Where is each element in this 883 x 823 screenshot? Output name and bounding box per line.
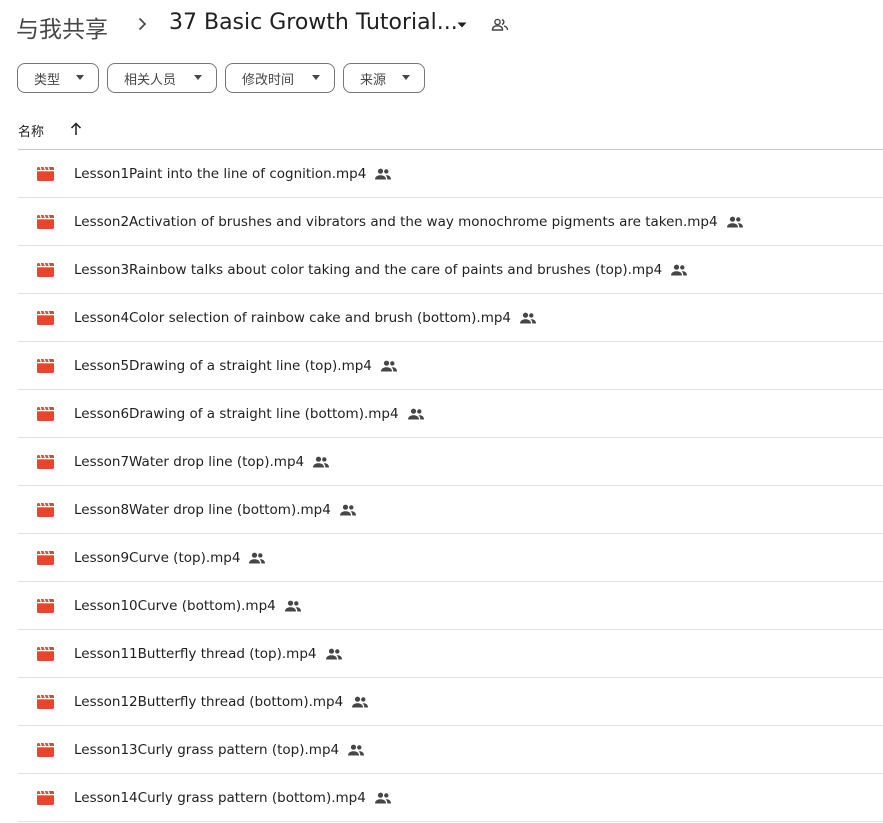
people-icon (407, 408, 424, 420)
file-name-container: Lesson10Curve (bottom).mp4 (74, 582, 301, 629)
caret-down-icon (402, 75, 410, 80)
video-file-icon (37, 695, 54, 709)
file-name: Lesson5Drawing of a straight line (top).… (74, 357, 372, 374)
people-icon (284, 600, 301, 612)
breadcrumb-current-folder[interactable]: 37 Basic Growth Tutorial... (169, 10, 458, 35)
file-name-container: Lesson7Water drop line (top).mp4 (74, 438, 330, 485)
file-row[interactable]: Lesson11Butterfly thread (top).mp4 (18, 630, 883, 678)
file-name: Lesson12Butterfly thread (bottom).mp4 (74, 693, 344, 710)
file-name: Lesson9Curve (top).mp4 (74, 549, 241, 566)
video-file-icon (37, 359, 54, 373)
file-row[interactable]: Lesson1Paint into the line of cognition.… (18, 150, 883, 198)
file-name-container: Lesson13Curly grass pattern (top).mp4 (74, 726, 365, 773)
video-file-icon (37, 455, 54, 469)
caret-down-icon (194, 75, 202, 80)
file-name: Lesson2Activation of brushes and vibrato… (74, 213, 718, 230)
file-name: Lesson7Water drop line (top).mp4 (74, 453, 305, 470)
arrow-up-icon[interactable] (69, 121, 83, 137)
file-name-container: Lesson4Color selection of rainbow cake a… (74, 294, 536, 341)
caret-down-icon (76, 75, 84, 80)
video-file-icon (37, 647, 54, 661)
video-file-icon (37, 167, 54, 181)
people-icon (380, 360, 397, 372)
file-name-container: Lesson1Paint into the line of cognition.… (74, 150, 392, 197)
caret-down-icon (312, 75, 320, 80)
file-row[interactable]: Lesson8Water drop line (bottom).mp4 (18, 486, 883, 534)
file-name-container: Lesson6Drawing of a straight line (botto… (74, 390, 424, 437)
video-file-icon (37, 215, 54, 229)
video-file-icon (37, 311, 54, 325)
file-row[interactable]: Lesson10Curve (bottom).mp4 (18, 582, 883, 630)
file-row[interactable]: Lesson4Color selection of rainbow cake a… (18, 294, 883, 342)
file-row[interactable]: Lesson7Water drop line (top).mp4 (18, 438, 883, 486)
filter-type-label: 类型 (34, 72, 61, 88)
file-name-container: Lesson14Curly grass pattern (bottom).mp4 (74, 774, 391, 821)
file-name-container: Lesson5Drawing of a straight line (top).… (74, 342, 397, 389)
filter-source-chip[interactable]: 来源 (343, 63, 425, 93)
file-name: Lesson14Curly grass pattern (bottom).mp4 (74, 789, 366, 806)
filter-source-label: 来源 (360, 72, 387, 88)
people-icon (339, 504, 356, 516)
people-icon (249, 552, 266, 564)
file-row[interactable]: Lesson5Drawing of a straight line (top).… (18, 342, 883, 390)
file-name: Lesson8Water drop line (bottom).mp4 (74, 501, 331, 518)
drive-shared-folder-view: 与我共享 37 Basic Growth Tutorial... 类型 相关人员… (0, 0, 883, 823)
video-file-icon (37, 791, 54, 805)
people-icon (520, 312, 536, 324)
file-list: Lesson1Paint into the line of cognition.… (18, 150, 883, 822)
people-icon (348, 744, 365, 756)
video-file-icon (37, 599, 54, 613)
video-file-icon (37, 263, 54, 277)
filter-type-chip[interactable]: 类型 (17, 63, 99, 93)
column-header-name[interactable]: 名称 (18, 121, 44, 140)
people-outline-icon[interactable] (490, 15, 510, 35)
video-file-icon (37, 551, 54, 565)
file-name: Lesson4Color selection of rainbow cake a… (74, 309, 511, 326)
chevron-right-icon (138, 17, 147, 31)
file-name: Lesson13Curly grass pattern (top).mp4 (74, 741, 340, 758)
filter-people-chip[interactable]: 相关人员 (107, 63, 217, 93)
people-icon (671, 264, 688, 276)
file-name: Lesson11Butterfly thread (top).mp4 (74, 645, 317, 662)
video-file-icon (37, 407, 54, 421)
caret-down-icon[interactable] (455, 18, 469, 32)
people-icon (375, 168, 392, 180)
file-row[interactable]: Lesson12Butterfly thread (bottom).mp4 (18, 678, 883, 726)
people-icon (374, 792, 391, 804)
file-row[interactable]: Lesson2Activation of brushes and vibrato… (18, 198, 883, 246)
file-row[interactable]: Lesson3Rainbow talks about color taking … (18, 246, 883, 294)
file-name: Lesson10Curve (bottom).mp4 (74, 597, 276, 614)
file-row[interactable]: Lesson14Curly grass pattern (bottom).mp4 (18, 774, 883, 822)
people-icon (313, 456, 330, 468)
file-row[interactable]: Lesson9Curve (top).mp4 (18, 534, 883, 582)
file-name: Lesson3Rainbow talks about color taking … (74, 261, 663, 278)
filter-modified-label: 修改时间 (242, 72, 295, 88)
filter-modified-chip[interactable]: 修改时间 (225, 63, 335, 93)
people-icon (325, 648, 342, 660)
file-name-container: Lesson3Rainbow talks about color taking … (74, 246, 688, 293)
breadcrumb: 与我共享 37 Basic Growth Tutorial... (0, 0, 883, 52)
people-icon (352, 696, 369, 708)
file-name-container: Lesson2Activation of brushes and vibrato… (74, 198, 743, 245)
file-name-container: Lesson9Curve (top).mp4 (74, 534, 266, 581)
breadcrumb-shared-with-me[interactable]: 与我共享 (16, 10, 108, 44)
file-name-container: Lesson11Butterfly thread (top).mp4 (74, 630, 342, 677)
file-name-container: Lesson12Butterfly thread (bottom).mp4 (74, 678, 369, 725)
file-name: Lesson6Drawing of a straight line (botto… (74, 405, 399, 422)
video-file-icon (37, 503, 54, 517)
file-row[interactable]: Lesson13Curly grass pattern (top).mp4 (18, 726, 883, 774)
file-name-container: Lesson8Water drop line (bottom).mp4 (74, 486, 356, 533)
people-icon (726, 216, 743, 228)
file-row[interactable]: Lesson6Drawing of a straight line (botto… (18, 390, 883, 438)
filter-people-label: 相关人员 (124, 72, 177, 88)
video-file-icon (37, 743, 54, 757)
file-name: Lesson1Paint into the line of cognition.… (74, 165, 367, 182)
